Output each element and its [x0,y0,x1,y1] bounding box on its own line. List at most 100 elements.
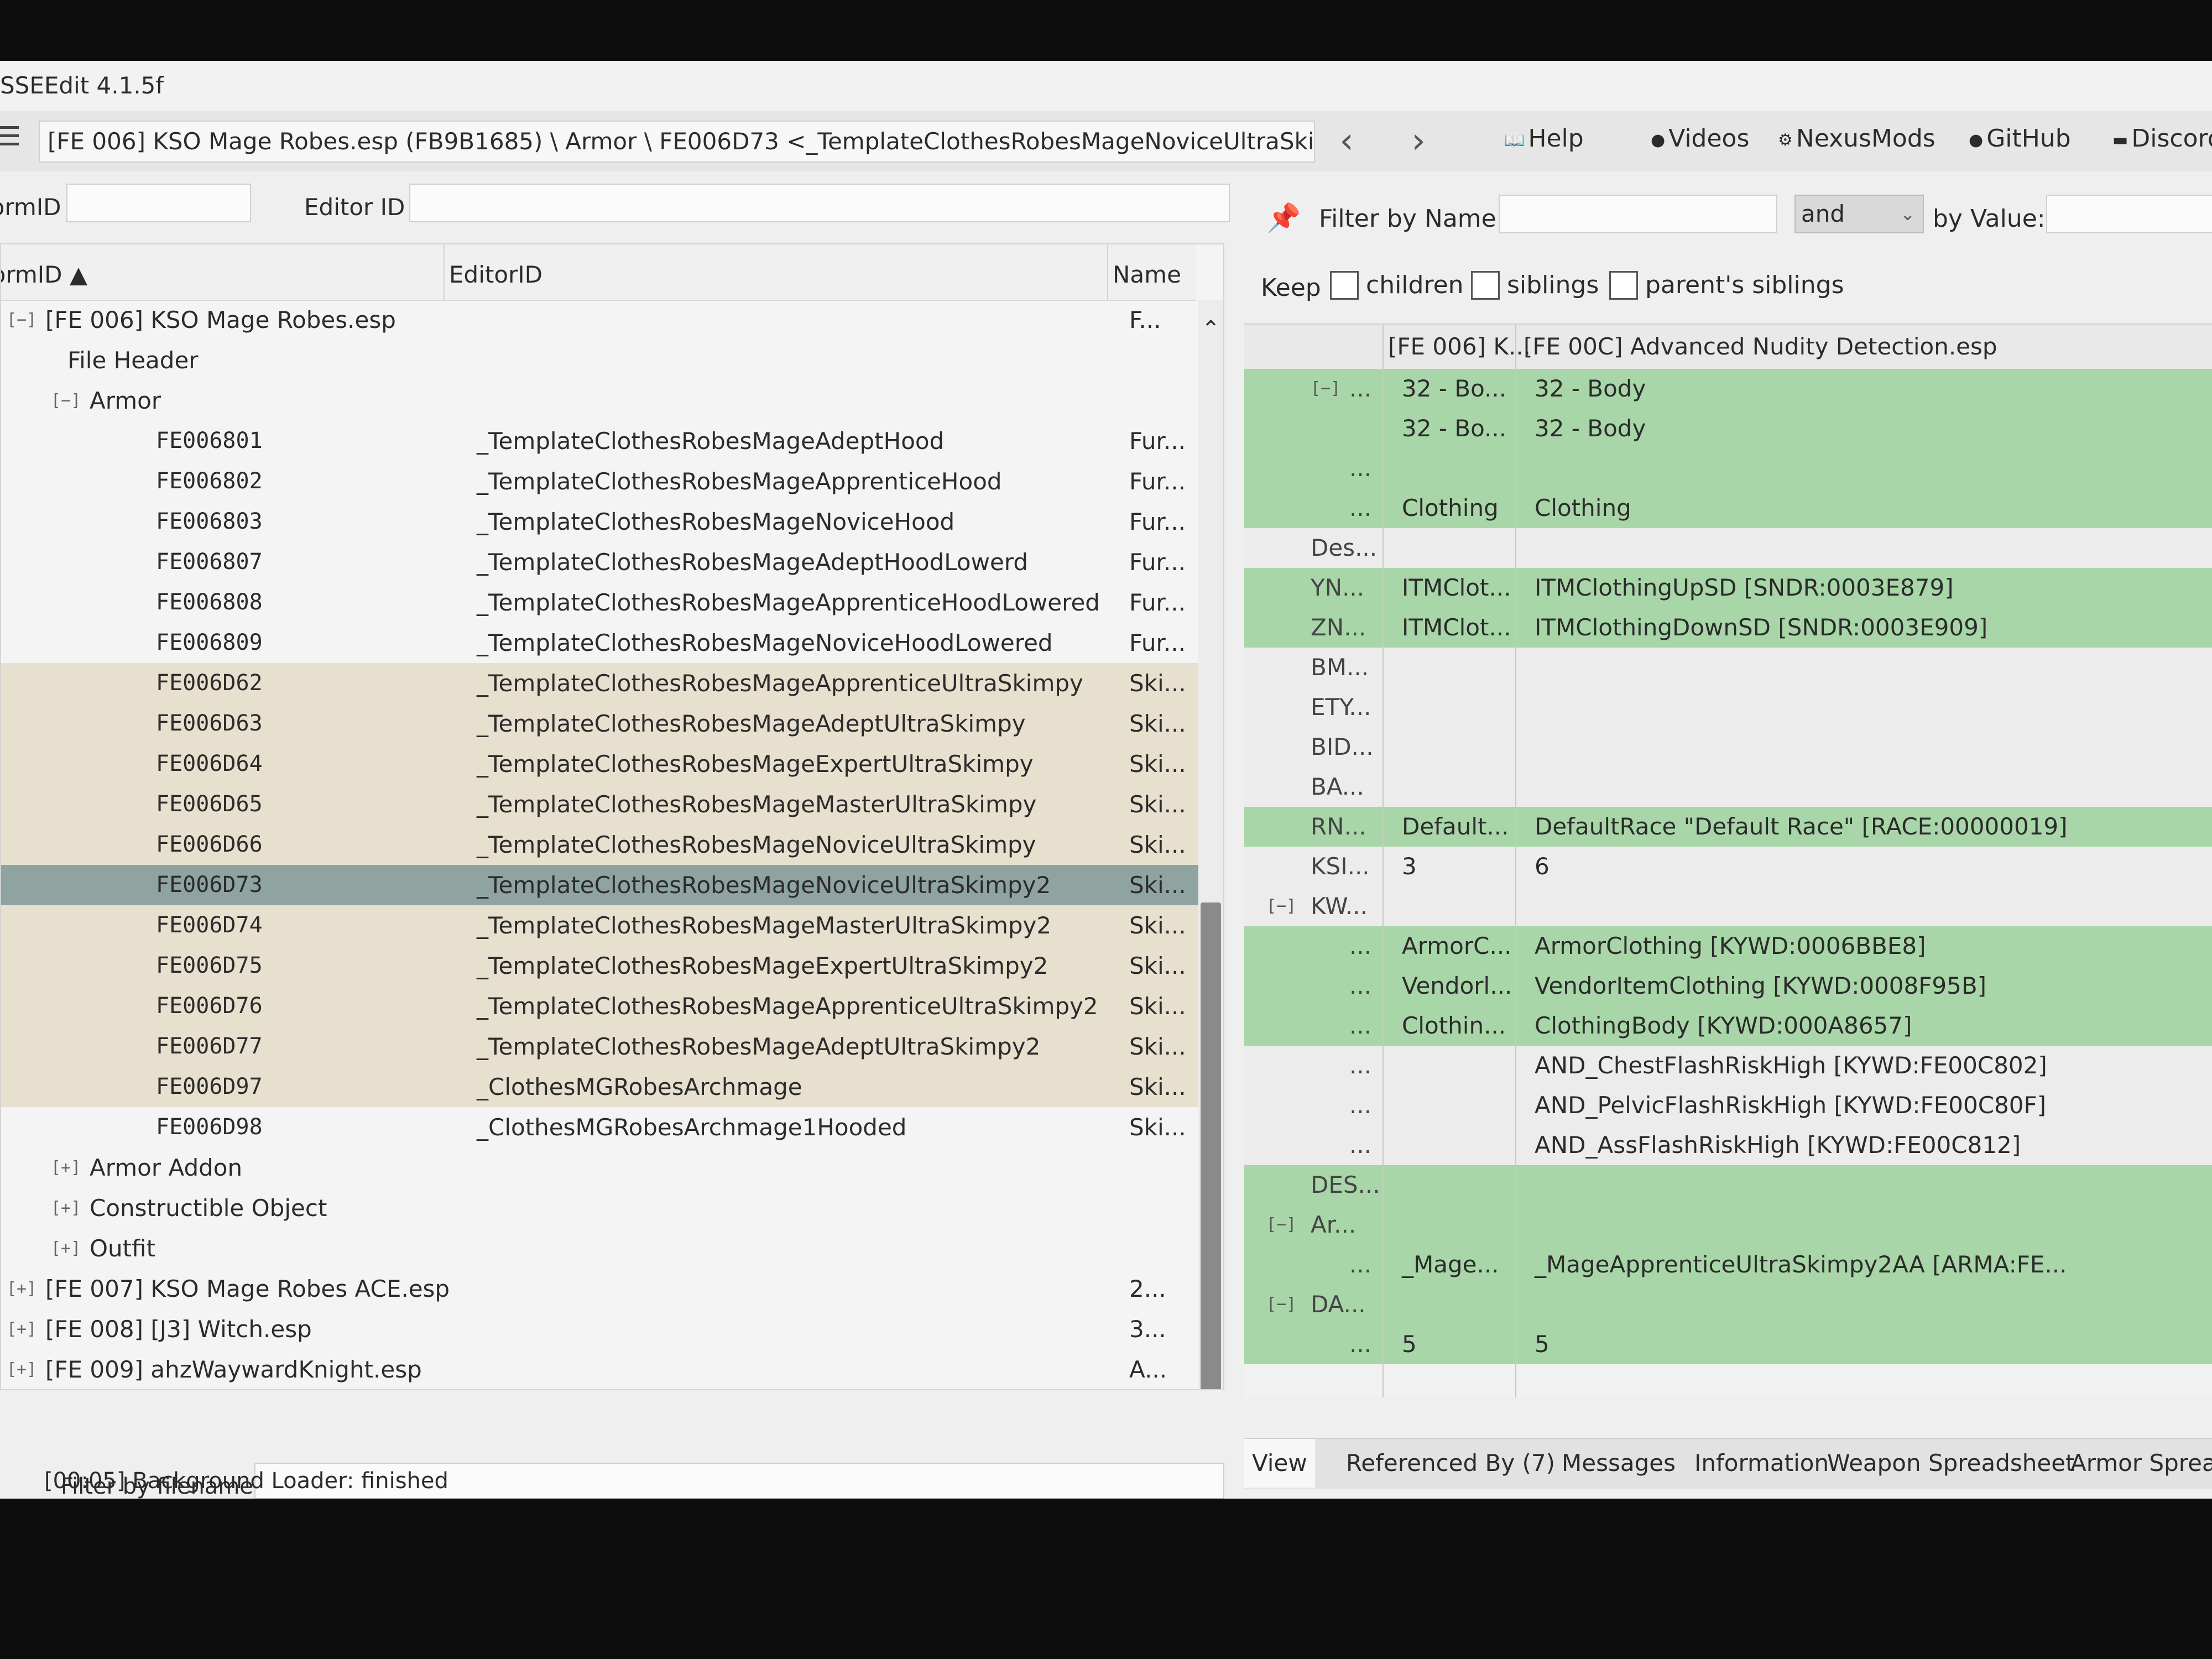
forward-button[interactable]: › [1399,116,1438,166]
tree-row[interactable]: FE006801 _TemplateClothesRobesMageAdeptHo… [1,421,1198,461]
tab-view[interactable]: View [1244,1439,1315,1488]
grid-row[interactable]: ... AND_PelvicFlashRiskHigh [KYWD:FE00C80… [1244,1086,2212,1125]
tree-row[interactable]: FE006D64 _TemplateClothesRobesMageExpertU… [1,744,1198,784]
grid-row[interactable]: ... AND_AssFlashRiskHigh [KYWD:FE00C812] [1244,1125,2212,1165]
grid-row[interactable]: [−] KW... [1244,886,2212,926]
expand-icon[interactable]: [+] [7,1309,36,1349]
grid-row[interactable]: RN... Default... DefaultRace "Default Race… [1244,807,2212,847]
nexusmods-link[interactable]: ⚙ NexusMods [1778,124,1936,153]
tab-armor-spread[interactable]: Armor Spread [2063,1439,2212,1488]
field-value-a[interactable]: Vendorl... [1402,966,1512,1006]
grid-row[interactable]: ... ArmorC... ArmorClothing [KYWD:0006BBE8… [1244,926,2212,966]
expand-icon[interactable]: [+] [7,1349,36,1389]
grid-row[interactable]: 32 - Bo... 32 - Body [1244,409,2212,448]
tree-row[interactable]: FE006D65 _TemplateClothesRobesMageMasterU… [1,784,1198,825]
grid-row[interactable]: ETY... [1244,687,2212,727]
field-value-a[interactable]: 5 [1402,1324,1417,1364]
column-divider[interactable] [1107,244,1108,300]
tree-row[interactable]: [+] Armor Addon [1,1147,1198,1188]
expand-icon[interactable]: [+] [51,1188,81,1228]
grid-row[interactable]: ... Vendorl... VendorItemClothing [KYWD:00… [1244,966,2212,1006]
column-plugin-a[interactable]: [FE 006] K... [1388,325,1531,369]
formid-input[interactable] [66,184,251,222]
tree-row[interactable]: FE006D97 _ClothesMGRobesArchmage Ski... [1,1067,1198,1107]
tree-row[interactable]: FE006D98 _ClothesMGRobesArchmage1Hooded Sk… [1,1107,1198,1147]
tree-row[interactable]: FE006D76 _TemplateClothesRobesMageApprent… [1,986,1198,1026]
tree-row[interactable]: FE006D63 _TemplateClothesRobesMageAdeptUl… [1,703,1198,744]
help-link[interactable]: 📖 Help [1504,124,1584,153]
field-value-a[interactable]: ArmorC... [1402,926,1512,966]
grid-row[interactable]: ZN... ITMClot... ITMClothingDownSD [SNDR:0… [1244,608,2212,648]
pin-icon[interactable]: 📌 [1266,202,1301,234]
tree-row[interactable]: FE006807 _TemplateClothesRobesMageAdeptHo… [1,542,1198,582]
grid-row[interactable]: YN... ITMClot... ITMClothingUpSD [SNDR:000… [1244,568,2212,608]
editorid-input[interactable] [409,184,1230,222]
column-name[interactable]: Name [1113,261,1181,288]
collapse-icon[interactable]: [−] [51,380,81,421]
filter-by-name-input[interactable] [1499,195,1777,233]
column-editorid[interactable]: EditorID [449,261,542,288]
grid-row[interactable]: [−]... 32 - Bo... 32 - Body [1244,369,2212,409]
field-value-a[interactable]: 32 - Bo... [1402,409,1506,448]
grid-row[interactable]: BID... [1244,727,2212,767]
keep-children-checkbox[interactable] [1330,271,1359,300]
tree-row[interactable]: File Header [1,340,1198,380]
back-button[interactable]: ‹ [1327,116,1366,166]
field-value-b[interactable]: ITMClothingUpSD [SNDR:0003E879] [1535,568,1954,608]
grid-row[interactable]: [−] Ar... [1244,1205,2212,1245]
expand-icon[interactable]: [+] [51,1228,81,1269]
tab-weapon-spreadsheet[interactable]: Weapon Spreadsheet [1819,1439,2083,1488]
field-value-b[interactable]: _MageApprenticeUltraSkimpy2AA [ARMA:FE..… [1535,1245,2067,1285]
field-value-b[interactable]: ArmorClothing [KYWD:0006BBE8] [1535,926,1926,966]
videos-link[interactable]: ● Videos [1651,124,1749,153]
field-value-a[interactable]: 32 - Bo... [1402,369,1506,409]
grid-row[interactable]: ... [1244,448,2212,488]
tree-row[interactable]: FE006D75 _TemplateClothesRobesMageExpertU… [1,946,1198,986]
keep-siblings-checkbox[interactable] [1471,271,1500,300]
tree-scrollbar[interactable]: ⌃ [1198,300,1223,1389]
tree-row[interactable]: FE006D74 _TemplateClothesRobesMageMasterU… [1,905,1198,946]
tree-row[interactable]: [+] [FE 007] KSO Mage Robes ACE.esp 2... [1,1269,1198,1309]
grid-row[interactable]: ... Clothing Clothing [1244,488,2212,528]
keep-parents-siblings-checkbox[interactable] [1609,271,1638,300]
column-plugin-b[interactable]: [FE 00C] Advanced Nudity Detection.esp [1524,325,1997,369]
field-value-a[interactable]: Clothin... [1402,1006,1506,1046]
discord-link[interactable]: ▬Discord [2112,124,2212,153]
field-value-b[interactable]: 32 - Body [1535,369,1646,409]
grid-row[interactable]: DES... [1244,1165,2212,1205]
collapse-icon[interactable]: [−] [1266,1205,1296,1245]
tab-information[interactable]: Information [1687,1439,1837,1488]
field-value-b[interactable]: ITMClothingDownSD [SNDR:0003E909] [1535,608,1987,648]
collapse-icon[interactable]: [−] [1311,369,1340,409]
record-path-box[interactable]: [FE 006] KSO Mage Robes.esp (FB9B1685) \… [39,121,1315,163]
tab-messages[interactable]: Messages [1554,1439,1683,1488]
tree-row[interactable]: [+] [FE 009] ahzWaywardKnight.esp A... [1,1349,1198,1389]
grid-row[interactable]: ... _Mage... _MageApprenticeUltraSkimpy2AA… [1244,1245,2212,1285]
by-value-input[interactable] [2046,195,2212,233]
field-value-a[interactable]: ITMClot... [1402,608,1511,648]
field-value-b[interactable]: AND_AssFlashRiskHigh [KYWD:FE00C812] [1535,1125,2021,1165]
tree-row[interactable]: FE006808 _TemplateClothesRobesMageApprent… [1,582,1198,623]
scroll-thumb[interactable] [1201,902,1221,1389]
grid-row[interactable]: Des... [1244,528,2212,568]
menu-icon[interactable] [0,126,19,154]
field-value-b[interactable]: AND_ChestFlashRiskHigh [KYWD:FE00C802] [1535,1046,2047,1086]
grid-row[interactable]: BM... [1244,648,2212,687]
tree-row[interactable]: [+] Outfit [1,1228,1198,1269]
github-link[interactable]: ● GitHub [1969,124,2071,153]
collapse-icon[interactable]: [−] [7,300,36,340]
field-value-a[interactable]: _Mage... [1402,1245,1499,1285]
field-value-a[interactable]: ITMClot... [1402,568,1511,608]
tree-row[interactable]: FE006809 _TemplateClothesRobesMageNoviceH… [1,623,1198,663]
tree-row[interactable]: [+] [FE 008] [J3] Witch.esp 3... [1,1309,1198,1349]
grid-row[interactable]: BA... [1244,767,2212,807]
tree-row[interactable]: [−] Armor [1,380,1198,421]
tab-referenced-by-7[interactable]: Referenced By (7) [1338,1439,1563,1488]
field-value-b[interactable]: 5 [1535,1324,1550,1364]
tree-row[interactable]: FE006802 _TemplateClothesRobesMageApprent… [1,461,1198,502]
expand-icon[interactable]: [+] [51,1147,81,1188]
collapse-icon[interactable]: [−] [1266,1285,1296,1324]
field-value-b[interactable]: AND_PelvicFlashRiskHigh [KYWD:FE00C80F] [1535,1086,2046,1125]
collapse-icon[interactable]: [−] [1266,886,1296,926]
tree-row[interactable]: FE006D66 _TemplateClothesRobesMageNoviceU… [1,825,1198,865]
